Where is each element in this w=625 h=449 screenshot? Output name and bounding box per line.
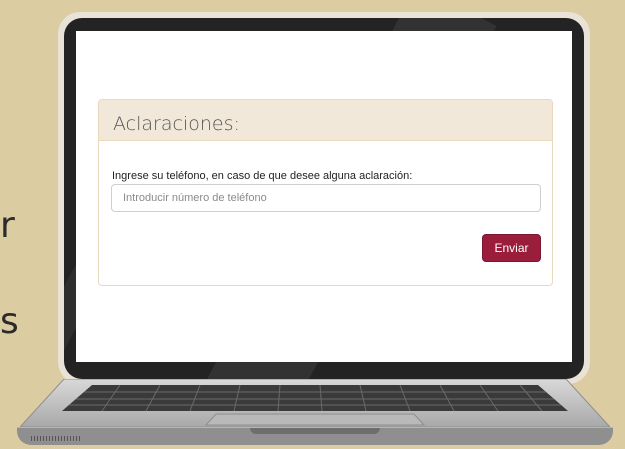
laptop-opening-notch [250,428,380,434]
panel-title: Aclaraciones: [99,100,552,141]
background-letter-r: r [0,205,15,246]
send-button[interactable]: Enviar [482,234,541,262]
phone-field-label: Ingrese su teléfono, en caso de que dese… [112,170,413,182]
background-letter-s: s [0,301,19,342]
laptop-base [17,427,613,445]
phone-input[interactable] [111,184,541,212]
laptop-keyboard-deck [20,379,610,428]
clarifications-panel: Aclaraciones: Ingrese su teléfono, en ca… [98,99,553,286]
laptop-vent [31,436,81,441]
laptop-screen: Aclaraciones: Ingrese su teléfono, en ca… [76,31,572,362]
